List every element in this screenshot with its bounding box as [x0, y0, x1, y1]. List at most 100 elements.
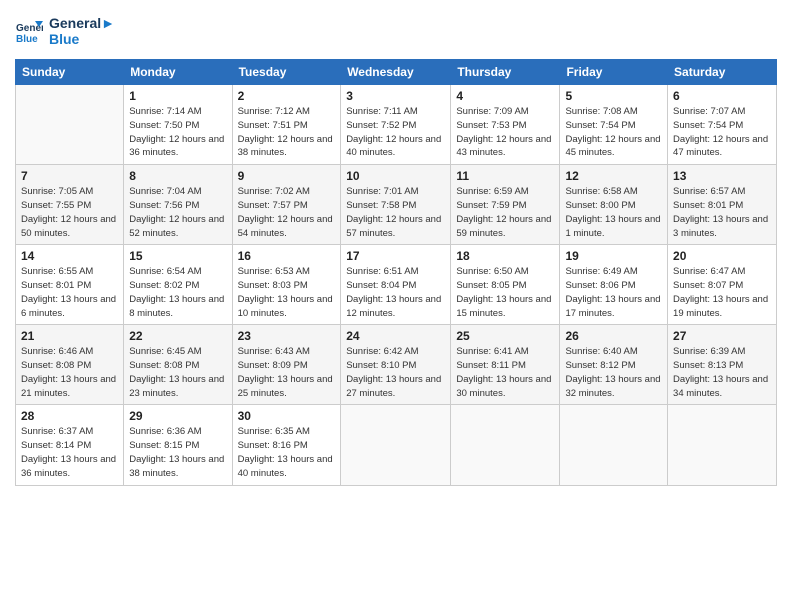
day-number: 1: [129, 89, 226, 103]
table-row: 28 Sunrise: 6:37 AM Sunset: 8:14 PM Dayl…: [16, 405, 124, 485]
table-row: 22 Sunrise: 6:45 AM Sunset: 8:08 PM Dayl…: [124, 325, 232, 405]
day-number: 20: [673, 249, 771, 263]
day-number: 29: [129, 409, 226, 423]
table-row: 8 Sunrise: 7:04 AM Sunset: 7:56 PM Dayli…: [124, 165, 232, 245]
table-row: 11 Sunrise: 6:59 AM Sunset: 7:59 PM Dayl…: [451, 165, 560, 245]
day-number: 7: [21, 169, 118, 183]
table-row: 9 Sunrise: 7:02 AM Sunset: 7:57 PM Dayli…: [232, 165, 341, 245]
calendar-week-row: 14 Sunrise: 6:55 AM Sunset: 8:01 PM Dayl…: [16, 245, 777, 325]
day-number: 28: [21, 409, 118, 423]
table-row: 12 Sunrise: 6:58 AM Sunset: 8:00 PM Dayl…: [560, 165, 668, 245]
day-number: 27: [673, 329, 771, 343]
day-info: Sunrise: 6:51 AM Sunset: 8:04 PM Dayligh…: [346, 265, 445, 320]
table-row: 15 Sunrise: 6:54 AM Sunset: 8:02 PM Dayl…: [124, 245, 232, 325]
day-info: Sunrise: 6:36 AM Sunset: 8:15 PM Dayligh…: [129, 425, 226, 480]
table-row: 30 Sunrise: 6:35 AM Sunset: 8:16 PM Dayl…: [232, 405, 341, 485]
table-row: 4 Sunrise: 7:09 AM Sunset: 7:53 PM Dayli…: [451, 85, 560, 165]
col-thursday: Thursday: [451, 60, 560, 85]
table-row: 23 Sunrise: 6:43 AM Sunset: 8:09 PM Dayl…: [232, 325, 341, 405]
day-number: 14: [21, 249, 118, 263]
table-row: 3 Sunrise: 7:11 AM Sunset: 7:52 PM Dayli…: [341, 85, 451, 165]
day-info: Sunrise: 7:07 AM Sunset: 7:54 PM Dayligh…: [673, 105, 771, 160]
table-row: [668, 405, 777, 485]
day-number: 22: [129, 329, 226, 343]
col-saturday: Saturday: [668, 60, 777, 85]
table-row: 13 Sunrise: 6:57 AM Sunset: 8:01 PM Dayl…: [668, 165, 777, 245]
day-info: Sunrise: 6:54 AM Sunset: 8:02 PM Dayligh…: [129, 265, 226, 320]
table-row: 26 Sunrise: 6:40 AM Sunset: 8:12 PM Dayl…: [560, 325, 668, 405]
day-number: 24: [346, 329, 445, 343]
table-row: 1 Sunrise: 7:14 AM Sunset: 7:50 PM Dayli…: [124, 85, 232, 165]
day-number: 16: [238, 249, 336, 263]
day-number: 4: [456, 89, 554, 103]
day-info: Sunrise: 6:58 AM Sunset: 8:00 PM Dayligh…: [565, 185, 662, 240]
day-number: 3: [346, 89, 445, 103]
calendar-week-row: 21 Sunrise: 6:46 AM Sunset: 8:08 PM Dayl…: [16, 325, 777, 405]
calendar-header-row: Sunday Monday Tuesday Wednesday Thursday…: [16, 60, 777, 85]
table-row: 6 Sunrise: 7:07 AM Sunset: 7:54 PM Dayli…: [668, 85, 777, 165]
table-row: 16 Sunrise: 6:53 AM Sunset: 8:03 PM Dayl…: [232, 245, 341, 325]
col-sunday: Sunday: [16, 60, 124, 85]
day-number: 26: [565, 329, 662, 343]
table-row: [560, 405, 668, 485]
logo-line2: Blue: [49, 31, 115, 47]
table-row: 24 Sunrise: 6:42 AM Sunset: 8:10 PM Dayl…: [341, 325, 451, 405]
table-row: 10 Sunrise: 7:01 AM Sunset: 7:58 PM Dayl…: [341, 165, 451, 245]
table-row: 17 Sunrise: 6:51 AM Sunset: 8:04 PM Dayl…: [341, 245, 451, 325]
calendar: Sunday Monday Tuesday Wednesday Thursday…: [15, 59, 777, 485]
day-info: Sunrise: 7:12 AM Sunset: 7:51 PM Dayligh…: [238, 105, 336, 160]
col-tuesday: Tuesday: [232, 60, 341, 85]
table-row: 19 Sunrise: 6:49 AM Sunset: 8:06 PM Dayl…: [560, 245, 668, 325]
day-number: 30: [238, 409, 336, 423]
day-info: Sunrise: 6:49 AM Sunset: 8:06 PM Dayligh…: [565, 265, 662, 320]
page: General Blue General► Blue Sunday Monday…: [0, 0, 792, 612]
table-row: [16, 85, 124, 165]
table-row: 27 Sunrise: 6:39 AM Sunset: 8:13 PM Dayl…: [668, 325, 777, 405]
day-number: 23: [238, 329, 336, 343]
calendar-week-row: 7 Sunrise: 7:05 AM Sunset: 7:55 PM Dayli…: [16, 165, 777, 245]
col-monday: Monday: [124, 60, 232, 85]
day-info: Sunrise: 6:41 AM Sunset: 8:11 PM Dayligh…: [456, 345, 554, 400]
logo-icon: General Blue: [15, 17, 43, 45]
day-number: 6: [673, 89, 771, 103]
day-info: Sunrise: 6:57 AM Sunset: 8:01 PM Dayligh…: [673, 185, 771, 240]
svg-text:Blue: Blue: [16, 34, 38, 45]
logo-line1: General►: [49, 15, 115, 31]
table-row: 5 Sunrise: 7:08 AM Sunset: 7:54 PM Dayli…: [560, 85, 668, 165]
day-info: Sunrise: 6:46 AM Sunset: 8:08 PM Dayligh…: [21, 345, 118, 400]
day-info: Sunrise: 7:11 AM Sunset: 7:52 PM Dayligh…: [346, 105, 445, 160]
day-number: 25: [456, 329, 554, 343]
day-number: 8: [129, 169, 226, 183]
day-info: Sunrise: 6:47 AM Sunset: 8:07 PM Dayligh…: [673, 265, 771, 320]
col-wednesday: Wednesday: [341, 60, 451, 85]
table-row: 29 Sunrise: 6:36 AM Sunset: 8:15 PM Dayl…: [124, 405, 232, 485]
table-row: [341, 405, 451, 485]
day-number: 5: [565, 89, 662, 103]
table-row: 7 Sunrise: 7:05 AM Sunset: 7:55 PM Dayli…: [16, 165, 124, 245]
logo: General Blue General► Blue: [15, 15, 115, 47]
day-info: Sunrise: 7:05 AM Sunset: 7:55 PM Dayligh…: [21, 185, 118, 240]
calendar-week-row: 1 Sunrise: 7:14 AM Sunset: 7:50 PM Dayli…: [16, 85, 777, 165]
day-info: Sunrise: 6:50 AM Sunset: 8:05 PM Dayligh…: [456, 265, 554, 320]
day-number: 13: [673, 169, 771, 183]
day-number: 21: [21, 329, 118, 343]
table-row: 18 Sunrise: 6:50 AM Sunset: 8:05 PM Dayl…: [451, 245, 560, 325]
day-info: Sunrise: 6:40 AM Sunset: 8:12 PM Dayligh…: [565, 345, 662, 400]
day-info: Sunrise: 6:55 AM Sunset: 8:01 PM Dayligh…: [21, 265, 118, 320]
day-info: Sunrise: 6:45 AM Sunset: 8:08 PM Dayligh…: [129, 345, 226, 400]
day-number: 19: [565, 249, 662, 263]
day-number: 15: [129, 249, 226, 263]
day-info: Sunrise: 6:59 AM Sunset: 7:59 PM Dayligh…: [456, 185, 554, 240]
day-info: Sunrise: 6:35 AM Sunset: 8:16 PM Dayligh…: [238, 425, 336, 480]
table-row: 14 Sunrise: 6:55 AM Sunset: 8:01 PM Dayl…: [16, 245, 124, 325]
table-row: 2 Sunrise: 7:12 AM Sunset: 7:51 PM Dayli…: [232, 85, 341, 165]
day-number: 9: [238, 169, 336, 183]
day-number: 17: [346, 249, 445, 263]
day-info: Sunrise: 6:39 AM Sunset: 8:13 PM Dayligh…: [673, 345, 771, 400]
day-number: 18: [456, 249, 554, 263]
table-row: 25 Sunrise: 6:41 AM Sunset: 8:11 PM Dayl…: [451, 325, 560, 405]
day-info: Sunrise: 7:02 AM Sunset: 7:57 PM Dayligh…: [238, 185, 336, 240]
day-info: Sunrise: 6:42 AM Sunset: 8:10 PM Dayligh…: [346, 345, 445, 400]
table-row: [451, 405, 560, 485]
day-info: Sunrise: 7:04 AM Sunset: 7:56 PM Dayligh…: [129, 185, 226, 240]
